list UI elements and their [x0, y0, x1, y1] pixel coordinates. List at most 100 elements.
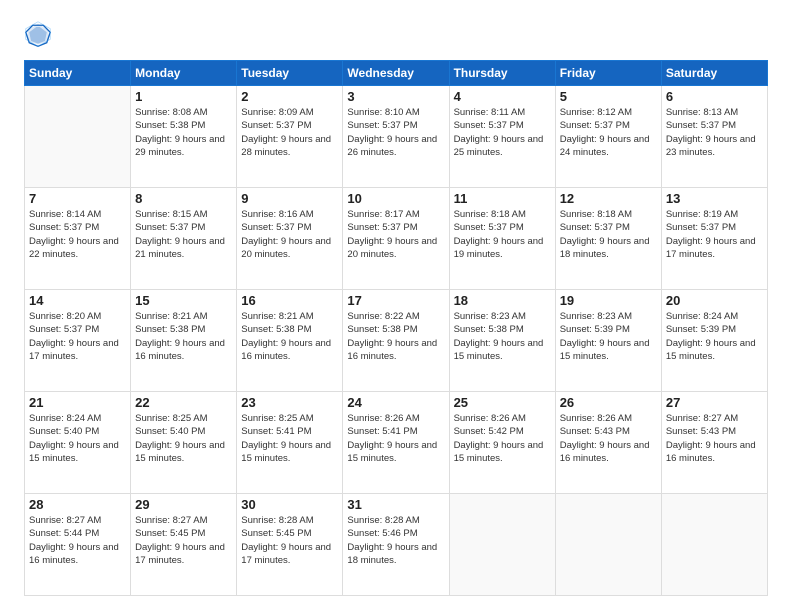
calendar-cell: 29 Sunrise: 8:27 AM Sunset: 5:45 PM Dayli…: [131, 494, 237, 596]
day-number: 10: [347, 191, 444, 206]
calendar-cell: [661, 494, 767, 596]
weekday-header-saturday: Saturday: [661, 61, 767, 86]
day-info: Sunrise: 8:27 AM Sunset: 5:45 PM Dayligh…: [135, 514, 232, 567]
calendar-cell: 3 Sunrise: 8:10 AM Sunset: 5:37 PM Daylig…: [343, 86, 449, 188]
calendar-cell: 10 Sunrise: 8:17 AM Sunset: 5:37 PM Dayli…: [343, 188, 449, 290]
day-number: 28: [29, 497, 126, 512]
calendar-cell: 12 Sunrise: 8:18 AM Sunset: 5:37 PM Dayli…: [555, 188, 661, 290]
calendar-week-2: 7 Sunrise: 8:14 AM Sunset: 5:37 PM Daylig…: [25, 188, 768, 290]
day-number: 19: [560, 293, 657, 308]
day-info: Sunrise: 8:10 AM Sunset: 5:37 PM Dayligh…: [347, 106, 444, 159]
day-number: 23: [241, 395, 338, 410]
calendar-week-3: 14Sunrise: 8:20 AM Sunset: 5:37 PM Dayli…: [25, 290, 768, 392]
day-number: 13: [666, 191, 763, 206]
calendar-cell: 27Sunrise: 8:27 AM Sunset: 5:43 PM Dayli…: [661, 392, 767, 494]
calendar-cell: 2Sunrise: 8:09 AM Sunset: 5:37 PM Daylig…: [237, 86, 343, 188]
weekday-header-wednesday: Wednesday: [343, 61, 449, 86]
calendar-week-4: 21Sunrise: 8:24 AM Sunset: 5:40 PM Dayli…: [25, 392, 768, 494]
calendar-cell: 26 Sunrise: 8:26 AM Sunset: 5:43 PM Dayli…: [555, 392, 661, 494]
day-number: 5: [560, 89, 657, 104]
calendar-cell: 6Sunrise: 8:13 AM Sunset: 5:37 PM Daylig…: [661, 86, 767, 188]
calendar-cell: 13 Sunrise: 8:19 AM Sunset: 5:37 PM Dayli…: [661, 188, 767, 290]
day-info: Sunrise: 8:19 AM Sunset: 5:37 PM Dayligh…: [666, 208, 763, 261]
day-info: Sunrise: 8:22 AM Sunset: 5:38 PM Dayligh…: [347, 310, 444, 363]
day-number: 15: [135, 293, 232, 308]
day-number: 24: [347, 395, 444, 410]
day-number: 1: [135, 89, 232, 104]
day-info: Sunrise: 8:21 AM Sunset: 5:38 PM Dayligh…: [241, 310, 338, 363]
day-number: 22: [135, 395, 232, 410]
day-number: 27: [666, 395, 763, 410]
day-info: Sunrise: 8:08 AM Sunset: 5:38 PM Dayligh…: [135, 106, 232, 159]
day-info: Sunrise: 8:09 AM Sunset: 5:37 PM Dayligh…: [241, 106, 338, 159]
weekday-header-sunday: Sunday: [25, 61, 131, 86]
calendar-cell: 17 Sunrise: 8:22 AM Sunset: 5:38 PM Dayli…: [343, 290, 449, 392]
day-number: 8: [135, 191, 232, 206]
day-info: Sunrise: 8:26 AM Sunset: 5:43 PM Dayligh…: [560, 412, 657, 465]
day-number: 20: [666, 293, 763, 308]
calendar-cell: 30 Sunrise: 8:28 AM Sunset: 5:45 PM Dayli…: [237, 494, 343, 596]
day-number: 18: [454, 293, 551, 308]
header: [24, 20, 768, 48]
day-number: 29: [135, 497, 232, 512]
logo-icon: [24, 20, 52, 48]
calendar-cell: 18 Sunrise: 8:23 AM Sunset: 5:38 PM Dayli…: [449, 290, 555, 392]
day-info: Sunrise: 8:24 AM Sunset: 5:39 PM Dayligh…: [666, 310, 763, 363]
calendar-cell: 31Sunrise: 8:28 AM Sunset: 5:46 PM Dayli…: [343, 494, 449, 596]
day-number: 12: [560, 191, 657, 206]
calendar-cell: 5 Sunrise: 8:12 AM Sunset: 5:37 PM Daylig…: [555, 86, 661, 188]
calendar-cell: 4 Sunrise: 8:11 AM Sunset: 5:37 PM Daylig…: [449, 86, 555, 188]
calendar-cell: 15 Sunrise: 8:21 AM Sunset: 5:38 PM Dayli…: [131, 290, 237, 392]
day-info: Sunrise: 8:25 AM Sunset: 5:40 PM Dayligh…: [135, 412, 232, 465]
day-number: 26: [560, 395, 657, 410]
day-number: 4: [454, 89, 551, 104]
day-info: Sunrise: 8:23 AM Sunset: 5:39 PM Dayligh…: [560, 310, 657, 363]
calendar-cell: 8 Sunrise: 8:15 AM Sunset: 5:37 PM Daylig…: [131, 188, 237, 290]
day-number: 9: [241, 191, 338, 206]
day-info: Sunrise: 8:17 AM Sunset: 5:37 PM Dayligh…: [347, 208, 444, 261]
calendar-cell: 23 Sunrise: 8:25 AM Sunset: 5:41 PM Dayli…: [237, 392, 343, 494]
calendar-cell: 28 Sunrise: 8:27 AM Sunset: 5:44 PM Dayli…: [25, 494, 131, 596]
day-info: Sunrise: 8:25 AM Sunset: 5:41 PM Dayligh…: [241, 412, 338, 465]
day-info: Sunrise: 8:18 AM Sunset: 5:37 PM Dayligh…: [454, 208, 551, 261]
day-info: Sunrise: 8:11 AM Sunset: 5:37 PM Dayligh…: [454, 106, 551, 159]
day-info: Sunrise: 8:26 AM Sunset: 5:42 PM Dayligh…: [454, 412, 551, 465]
day-info: Sunrise: 8:28 AM Sunset: 5:45 PM Dayligh…: [241, 514, 338, 567]
weekday-header-monday: Monday: [131, 61, 237, 86]
calendar-cell: 21Sunrise: 8:24 AM Sunset: 5:40 PM Dayli…: [25, 392, 131, 494]
day-info: Sunrise: 8:14 AM Sunset: 5:37 PM Dayligh…: [29, 208, 126, 261]
day-info: Sunrise: 8:12 AM Sunset: 5:37 PM Dayligh…: [560, 106, 657, 159]
day-info: Sunrise: 8:16 AM Sunset: 5:37 PM Dayligh…: [241, 208, 338, 261]
day-number: 6: [666, 89, 763, 104]
day-number: 3: [347, 89, 444, 104]
day-info: Sunrise: 8:15 AM Sunset: 5:37 PM Dayligh…: [135, 208, 232, 261]
day-number: 17: [347, 293, 444, 308]
calendar-cell: 20 Sunrise: 8:24 AM Sunset: 5:39 PM Dayli…: [661, 290, 767, 392]
day-info: Sunrise: 8:21 AM Sunset: 5:38 PM Dayligh…: [135, 310, 232, 363]
calendar-cell: 1 Sunrise: 8:08 AM Sunset: 5:38 PM Daylig…: [131, 86, 237, 188]
day-info: Sunrise: 8:27 AM Sunset: 5:44 PM Dayligh…: [29, 514, 126, 567]
weekday-header-thursday: Thursday: [449, 61, 555, 86]
calendar-cell: 19 Sunrise: 8:23 AM Sunset: 5:39 PM Dayli…: [555, 290, 661, 392]
weekday-header-tuesday: Tuesday: [237, 61, 343, 86]
logo: [24, 20, 56, 48]
day-number: 30: [241, 497, 338, 512]
calendar-cell: [449, 494, 555, 596]
day-number: 16: [241, 293, 338, 308]
calendar-cell: 22 Sunrise: 8:25 AM Sunset: 5:40 PM Dayli…: [131, 392, 237, 494]
day-number: 7: [29, 191, 126, 206]
day-number: 31: [347, 497, 444, 512]
day-number: 14: [29, 293, 126, 308]
calendar-cell: 11Sunrise: 8:18 AM Sunset: 5:37 PM Dayli…: [449, 188, 555, 290]
calendar-cell: 14Sunrise: 8:20 AM Sunset: 5:37 PM Dayli…: [25, 290, 131, 392]
calendar-table: SundayMondayTuesdayWednesdayThursdayFrid…: [24, 60, 768, 596]
weekday-header-row: SundayMondayTuesdayWednesdayThursdayFrid…: [25, 61, 768, 86]
day-number: 25: [454, 395, 551, 410]
day-info: Sunrise: 8:26 AM Sunset: 5:41 PM Dayligh…: [347, 412, 444, 465]
calendar-cell: 25 Sunrise: 8:26 AM Sunset: 5:42 PM Dayli…: [449, 392, 555, 494]
day-info: Sunrise: 8:23 AM Sunset: 5:38 PM Dayligh…: [454, 310, 551, 363]
page: SundayMondayTuesdayWednesdayThursdayFrid…: [0, 0, 792, 612]
day-info: Sunrise: 8:18 AM Sunset: 5:37 PM Dayligh…: [560, 208, 657, 261]
calendar-week-1: 1 Sunrise: 8:08 AM Sunset: 5:38 PM Daylig…: [25, 86, 768, 188]
calendar-week-5: 28 Sunrise: 8:27 AM Sunset: 5:44 PM Dayli…: [25, 494, 768, 596]
